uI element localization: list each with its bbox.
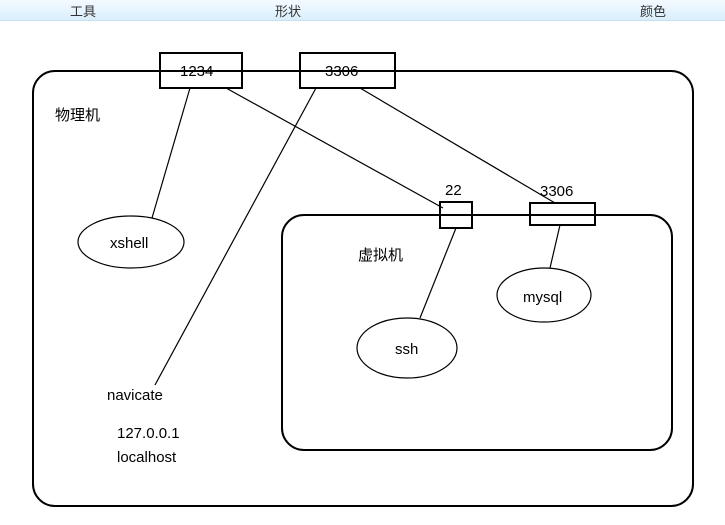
- mysql-label: mysql: [523, 289, 562, 306]
- localhost-label: localhost: [117, 449, 177, 466]
- ip-label: 127.0.0.1: [117, 425, 180, 442]
- toolbar-color-label[interactable]: 颜色: [640, 1, 666, 20]
- virtual-machine-label: 虚拟机: [358, 247, 403, 264]
- xshell-label: xshell: [110, 235, 148, 252]
- virtual-machine-box: [282, 215, 672, 450]
- port-3306-outer-label: 3306: [325, 63, 358, 80]
- port-1234-label: 1234: [180, 63, 213, 80]
- edge-3306-mysql: [550, 225, 560, 268]
- port-22-label: 22: [445, 182, 462, 199]
- physical-machine-label: 物理机: [55, 107, 100, 124]
- edge-1234-xshell: [152, 88, 190, 218]
- edge-1234-22: [226, 88, 443, 208]
- toolbar-tool-label[interactable]: 工具: [70, 1, 96, 20]
- toolbar-shape-label[interactable]: 形状: [275, 1, 301, 20]
- navicate-label: navicate: [107, 387, 163, 404]
- edge-22-ssh: [420, 228, 456, 318]
- edge-3306-navicate: [155, 88, 316, 385]
- diagram-canvas: 物理机 虚拟机 1234 3306 22 3306 xshell ssh mys…: [0, 20, 725, 522]
- ssh-label: ssh: [395, 341, 418, 358]
- toolbar: 工具 形状 颜色: [0, 0, 725, 21]
